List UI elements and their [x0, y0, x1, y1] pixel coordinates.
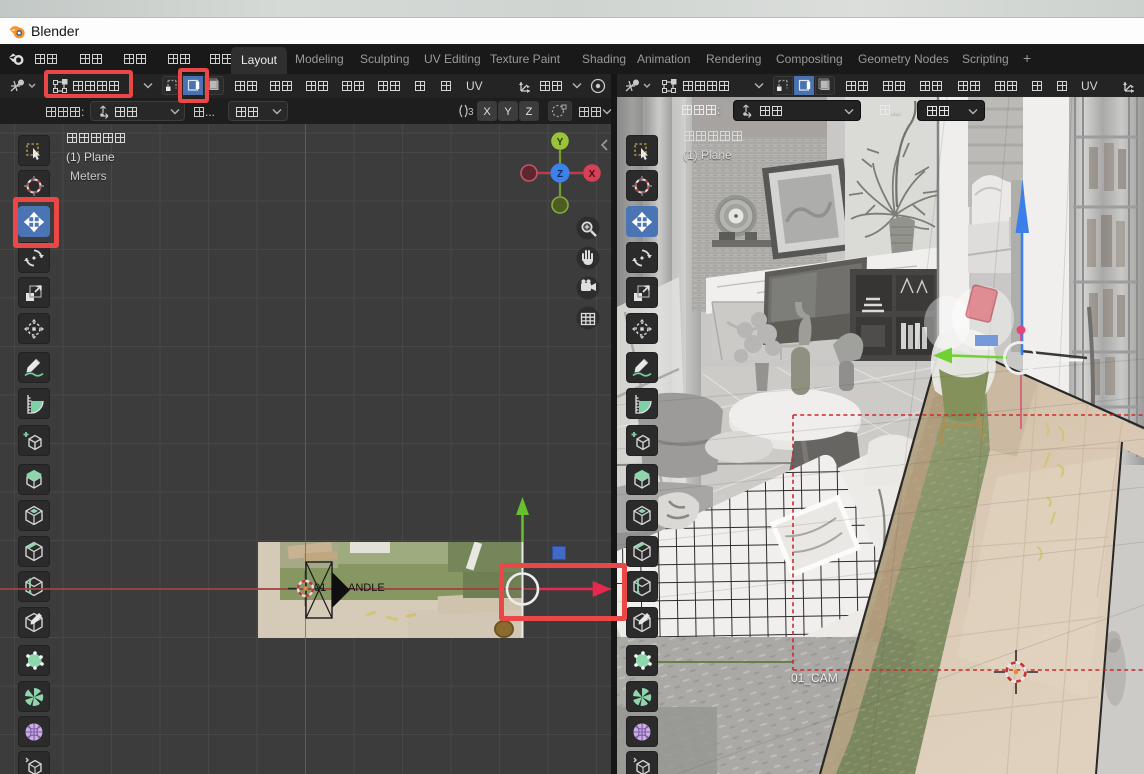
- svg-text:ANDLE: ANDLE: [348, 582, 385, 594]
- svg-text:Y: Y: [557, 137, 564, 148]
- svg-text:Z: Z: [557, 169, 563, 180]
- svg-text:3: 3: [468, 107, 474, 118]
- svg-text:X: X: [589, 169, 596, 180]
